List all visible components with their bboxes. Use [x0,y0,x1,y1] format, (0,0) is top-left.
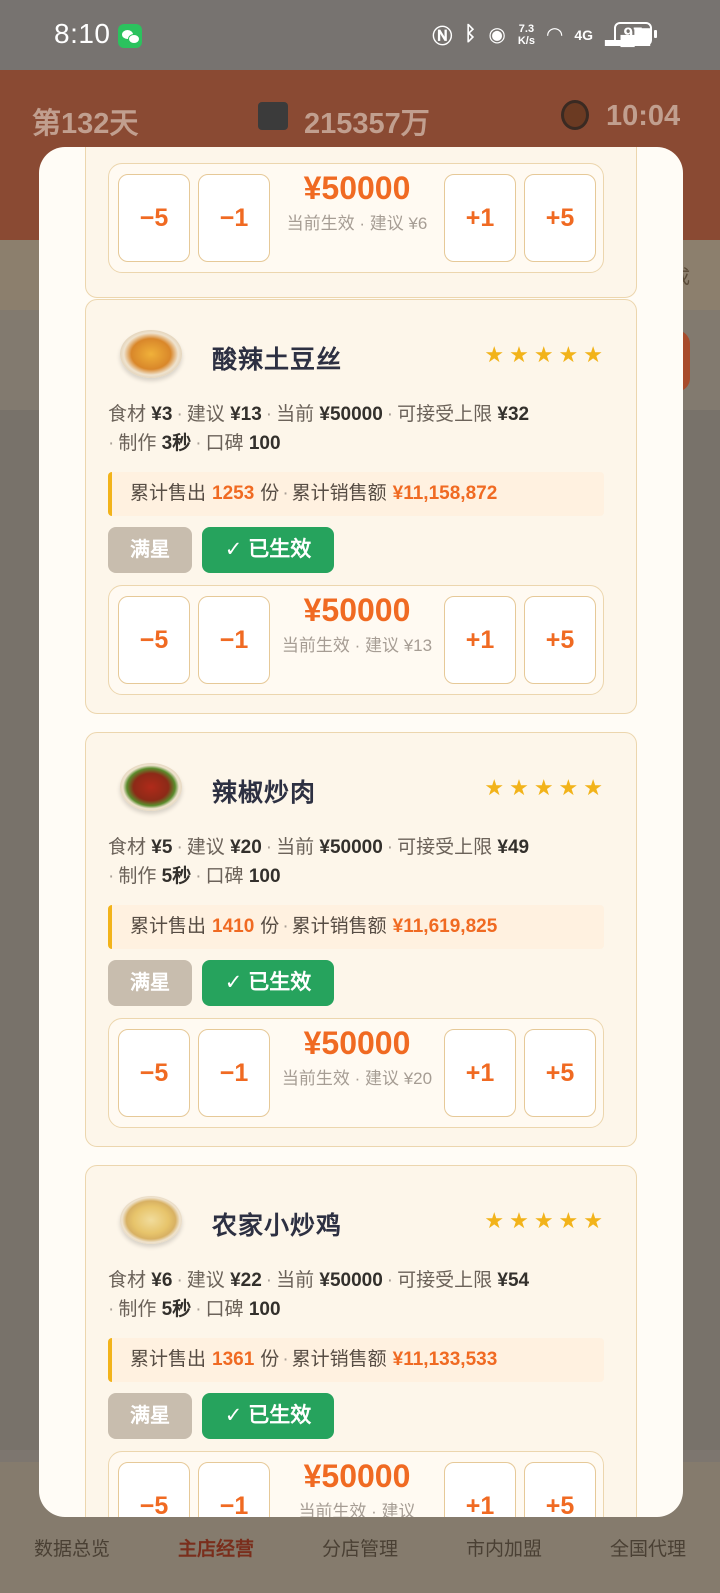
active-status-badge: ✓ 已生效 [202,527,334,573]
full-star-tag: 满星 [108,527,192,573]
net-speed: 7.3 K/s [517,22,535,47]
current-price: ¥50000 [303,592,411,628]
dish-card: 农家小炒鸡 ★★★★★ 食材 ¥6 · 建议 ¥22 · 当前 ¥50000 · 可接受上限… [85,1165,637,1517]
nav-label: 主店经营 [177,1539,254,1560]
dish-name: 酸辣土豆丝 [212,346,343,374]
sales-summary: 累计售出 1253 份 · 累计销售额 ¥11,158,872 [108,472,604,516]
full-star-tag: 满星 [108,1393,192,1439]
minus-5-button[interactable]: −5 [118,1029,190,1117]
cash-register-icon [258,102,288,130]
dish-info: 食材 ¥5 · 建议 ¥20 · 当前 ¥50000 · 可接受上限 ¥49 · 制作 5秒 ·… [108,837,530,887]
nav-label: 全国代理 [609,1539,686,1560]
price-adjuster: −5 −1 ¥50000 当前生效 · 建议 ¥6 +1 +5 [108,163,604,273]
dish-card: 酸辣土豆丝 ★★★★★ 食材 ¥3 · 建议 ¥13 · 当前 ¥50000 · 可接受上限… [85,299,637,714]
dish-info: 食材 ¥3 · 建议 ¥13 · 当前 ¥50000 · 可接受上限 ¥32 · 制作 3秒 ·… [108,404,530,454]
wifi-icon: ◠ [546,24,563,46]
current-price: ¥50000 [303,1025,411,1061]
dish-card-partial: −5 −1 ¥50000 当前生效 · 建议 ¥6 +1 +5 [85,147,637,298]
minus-5-button[interactable]: −5 [118,1462,190,1517]
plus-5-button[interactable]: +5 [524,596,596,684]
star-rating: ★★★★★ [484,1208,608,1233]
dish-name: 农家小炒鸡 [212,1212,343,1240]
plus-5-button[interactable]: +5 [524,1462,596,1517]
plus-1-button[interactable]: +1 [444,174,516,262]
network-type: 4G [574,26,594,43]
full-star-tag: 满星 [108,960,192,1006]
timer-icon [561,100,589,130]
nfc-icon: Ⓝ [432,26,453,48]
nav-label: 数据总览 [33,1539,110,1560]
dish-name: 辣椒炒肉 [212,779,317,807]
game-clock: 10:04 [606,100,681,132]
minus-5-button[interactable]: −5 [118,174,190,262]
plus-1-button[interactable]: +1 [444,596,516,684]
plus-1-button[interactable]: +1 [444,1029,516,1117]
potato-shreds-dish-icon [120,330,182,378]
status-bar: 8:10 Ⓝ ᛒ ◉ 7.3 K/s ◠ 4G ▂▄▆ 97 [0,0,720,70]
status-time: 8:10 [54,18,111,49]
wechat-icon [118,24,142,48]
price-adjuster: −5 −1 ¥50000 当前生效 · 建议 ¥13 +1 +5 [108,585,604,695]
bluetooth-icon: ᛒ [464,23,477,45]
plus-5-button[interactable]: +5 [524,174,596,262]
dish-card: 辣椒炒肉 ★★★★★ 食材 ¥5 · 建议 ¥20 · 当前 ¥50000 · 可接受上限 … [85,732,637,1147]
price-note: 当前生效 · 建议 ¥20 [281,1069,433,1088]
sales-summary: 累计售出 1361 份 · 累计销售额 ¥11,133,533 [108,1338,604,1382]
dish-info: 食材 ¥6 · 建议 ¥22 · 当前 ¥50000 · 可接受上限 ¥54 · 制作 5秒 ·… [108,1270,530,1320]
price-adjuster: −5 −1 ¥50000 当前生效 · 建议 ¥20 +1 +5 [108,1018,604,1128]
star-rating: ★★★★★ [484,342,608,367]
star-rating: ★★★★★ [484,775,608,800]
minus-5-button[interactable]: −5 [118,596,190,684]
active-status-badge: ✓ 已生效 [202,960,334,1006]
plus-5-button[interactable]: +5 [524,1029,596,1117]
current-price: ¥50000 [303,1458,411,1494]
minus-1-button[interactable]: −1 [198,596,270,684]
day-counter: 第132天 [32,108,139,140]
sales-summary: 累计售出 1410 份 · 累计销售额 ¥11,619,825 [108,905,604,949]
chili-pork-dish-icon [120,763,182,811]
price-adjuster: −5 −1 ¥50000 当前生效 · 建议 +1 +5 [108,1451,604,1517]
minus-1-button[interactable]: −1 [198,1029,270,1117]
money-total: 215357万 [304,108,430,140]
minus-1-button[interactable]: −1 [198,174,270,262]
stir-fried-chicken-dish-icon [120,1196,182,1244]
battery-indicator: 97 [614,22,657,46]
plus-1-button[interactable]: +1 [444,1462,516,1517]
price-note: 当前生效 · 建议 ¥6 [286,214,428,233]
current-price: ¥50000 [303,170,411,206]
active-status-badge: ✓ 已生效 [202,1393,334,1439]
minus-1-button[interactable]: −1 [198,1462,270,1517]
price-note: 当前生效 · 建议 [298,1502,416,1517]
dish-pricing-modal[interactable]: −5 −1 ¥50000 当前生效 · 建议 ¥6 +1 +5 酸辣土豆丝 ★★… [39,147,683,1517]
nav-label: 分店管理 [321,1539,398,1560]
price-note: 当前生效 · 建议 ¥13 [281,636,433,655]
location-icon: ◉ [488,24,506,46]
nav-label: 市内加盟 [465,1539,542,1560]
